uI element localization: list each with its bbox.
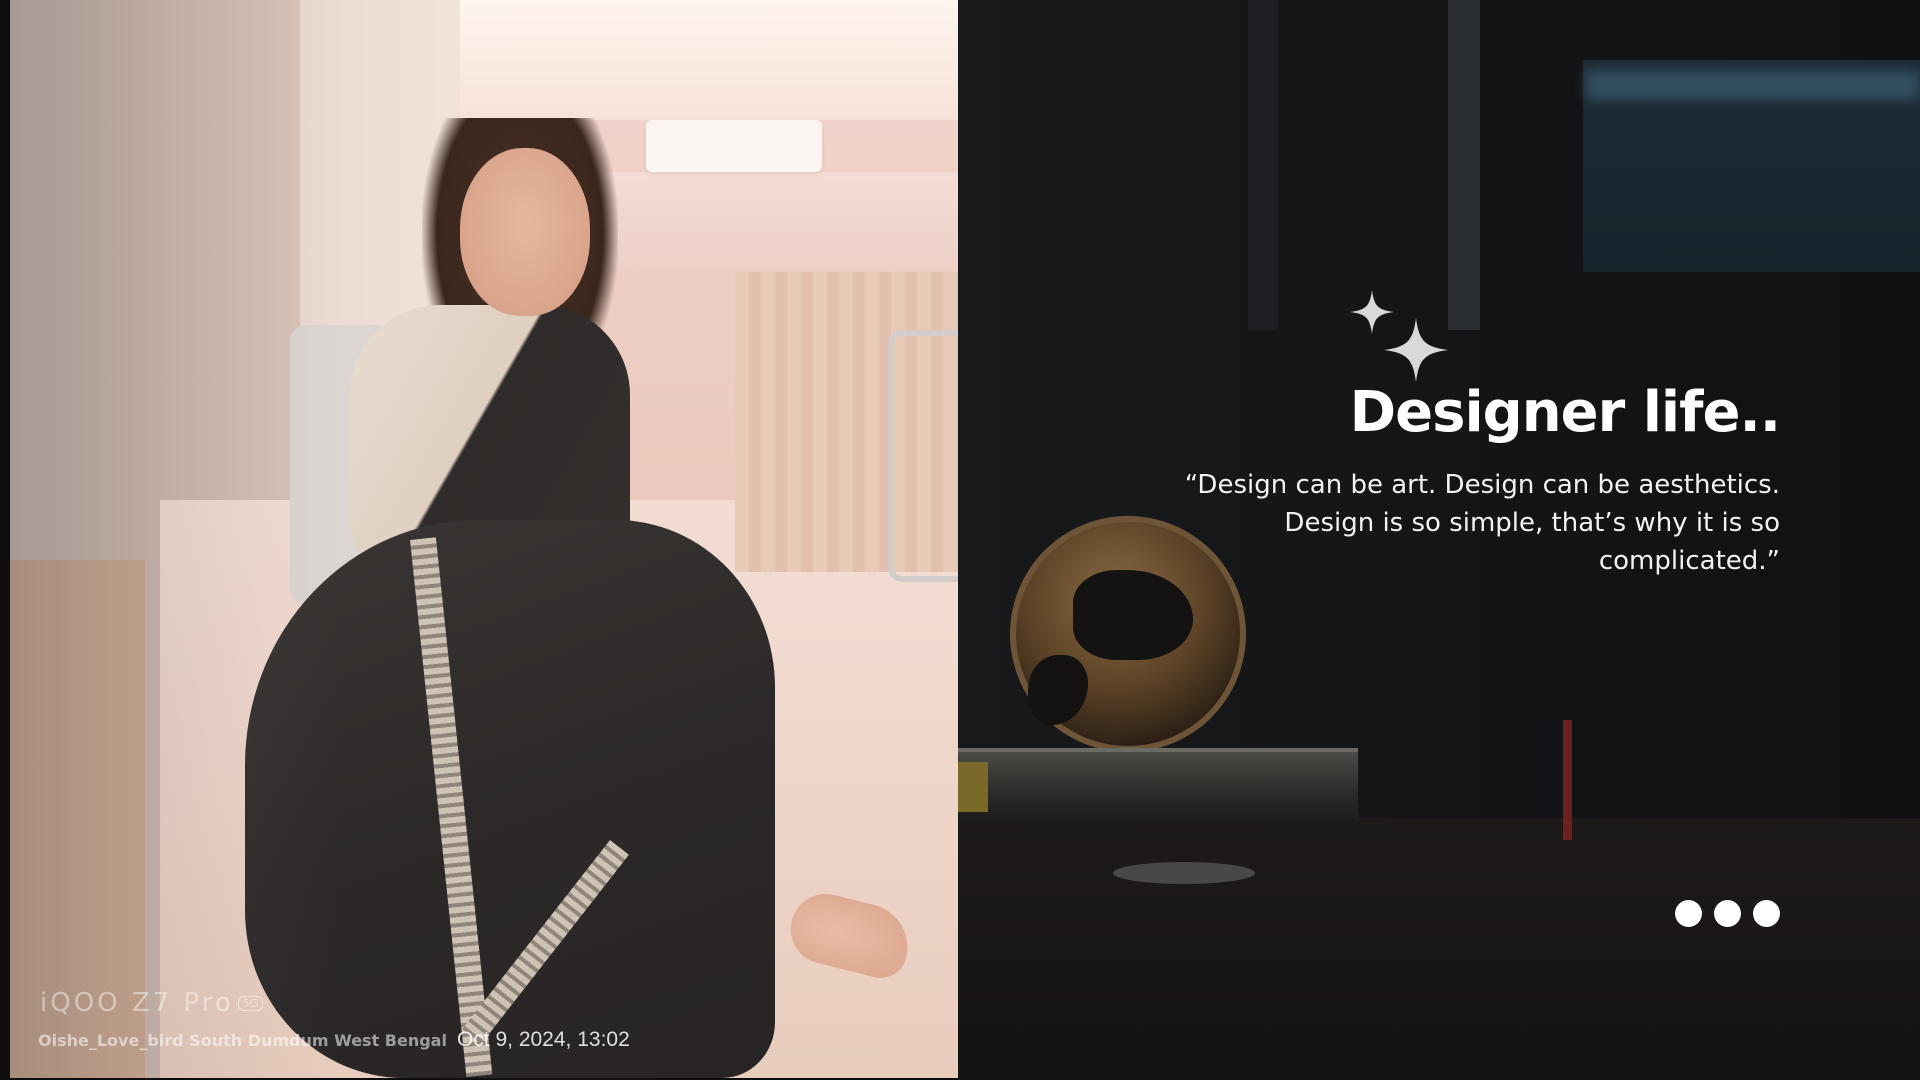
photo-timestamp: Oct 9, 2024, 13:02 [456,1028,630,1051]
bg-book-spine [958,762,988,812]
bg-book [958,748,1358,822]
pagination-dots [1675,900,1780,927]
bg-desk [958,818,1920,1080]
bg-window-glow [1586,70,1920,100]
pagination-dot[interactable] [1714,900,1741,927]
bg-disc [1113,862,1255,884]
photo-vignette [10,0,958,1078]
portrait-photo: iQOO Z7 Pro 5G Oishe_Love_bird South Dumd… [10,0,958,1078]
pagination-dot[interactable] [1753,900,1780,927]
slide-quote: “Design can be art. Design can be aesthe… [1184,470,1780,576]
pagination-dot[interactable] [1675,900,1702,927]
bg-pillar [1248,0,1278,330]
slide: iQOO Z7 Pro 5G Oishe_Love_bird South Dumd… [0,0,1920,1080]
photo-caption: Oishe_Love_bird South Dumdum West Bengal… [38,1028,630,1052]
photo-location: Oishe_Love_bird South Dumdum West Bengal [38,1031,447,1050]
camera-watermark: iQOO Z7 Pro 5G [40,988,264,1018]
camera-5g-badge: 5G [237,996,264,1011]
sparkle-icon [1384,318,1448,382]
bg-red-object [1563,720,1572,840]
camera-brand: iQOO Z7 Pro [40,988,234,1018]
slide-heading: Designer life.. [1349,380,1781,445]
bg-pillar-light [1448,0,1480,330]
